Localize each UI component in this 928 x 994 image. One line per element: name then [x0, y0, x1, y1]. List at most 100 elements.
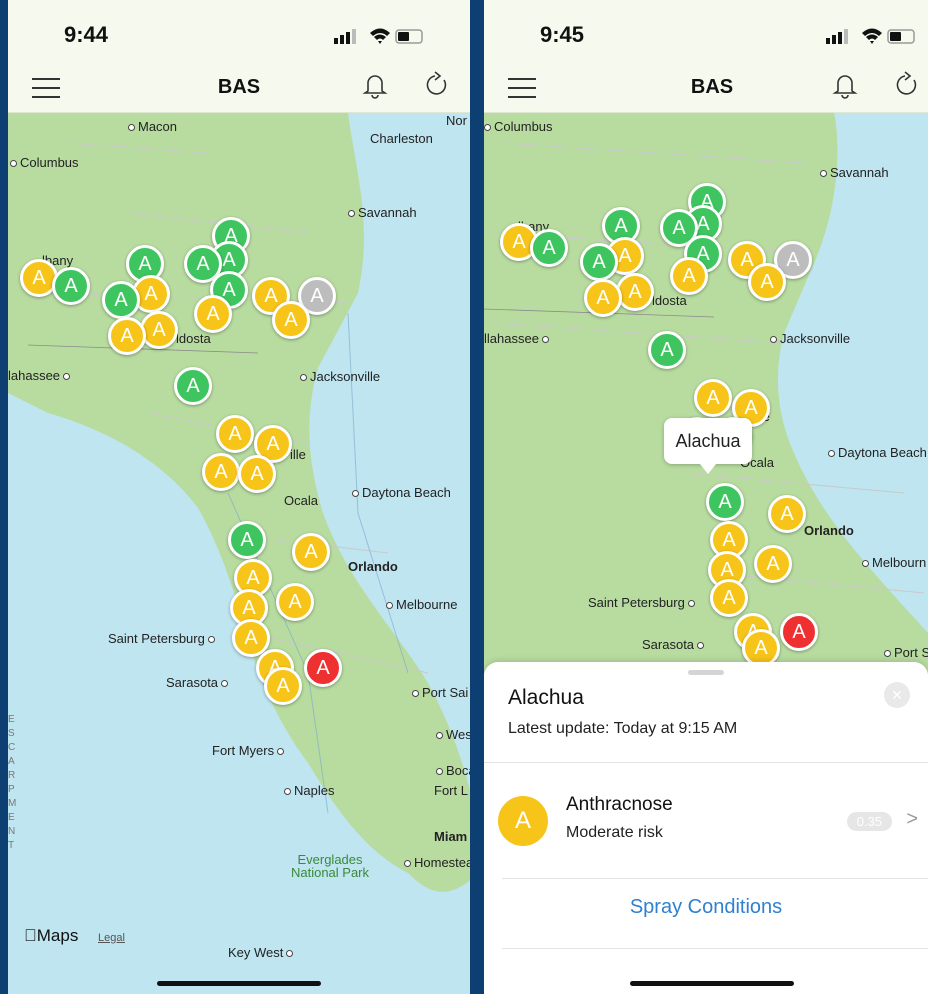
pin-marker[interactable]: A: [780, 613, 818, 651]
status-icons: [826, 28, 915, 44]
city-label: Key West: [228, 945, 296, 960]
refresh-icon[interactable]: [422, 70, 452, 100]
city-label: Saint Petersburg: [588, 595, 698, 610]
pin-marker[interactable]: A: [140, 311, 178, 349]
pin-marker[interactable]: A: [174, 367, 212, 405]
pin-marker[interactable]: A: [292, 533, 330, 571]
map-callout[interactable]: Alachua: [664, 418, 752, 474]
app-title: BAS: [690, 76, 734, 98]
city-label: Fort L: [434, 783, 468, 798]
city-label: Macon: [128, 119, 177, 134]
city-label: ESCARPMENT: [8, 714, 17, 851]
pin-marker[interactable]: A: [670, 257, 708, 295]
city-label: Charleston: [370, 131, 433, 146]
legal-link[interactable]: Legal: [98, 932, 125, 944]
city-label: Port Sai: [412, 685, 468, 700]
pin-marker[interactable]: A: [216, 415, 254, 453]
pin-marker[interactable]: A: [238, 455, 276, 493]
city-label: Boca: [436, 763, 470, 778]
city-label: Wes: [436, 727, 470, 742]
disease-row[interactable]: A Anthracnose Moderate risk 0.35 >: [484, 762, 928, 878]
city-label: Saint Petersburg: [108, 631, 218, 646]
risk-level: Moderate risk: [566, 824, 663, 841]
disease-name: Anthracnose: [566, 794, 673, 815]
pin-marker[interactable]: A: [530, 229, 568, 267]
pin-marker[interactable]: A: [584, 279, 622, 317]
pin-marker[interactable]: A: [710, 579, 748, 617]
sheet-subtitle: Latest update: Today at 9:15 AM: [508, 720, 738, 737]
city-label: Ocala: [284, 493, 318, 508]
city-label: ldosta: [176, 331, 211, 346]
home-indicator: [157, 981, 321, 986]
city-label: Orlando: [348, 559, 398, 574]
refresh-icon[interactable]: [892, 70, 922, 100]
pin-marker[interactable]: A: [706, 483, 744, 521]
city-label: lahassee: [8, 368, 73, 383]
pin-marker[interactable]: A: [754, 545, 792, 583]
city-label: Homestea: [404, 855, 470, 870]
city-label: llahassee: [484, 331, 552, 346]
status-icons: [334, 28, 423, 44]
city-label: Jacksonville: [770, 331, 850, 346]
pin-marker[interactable]: A: [748, 263, 786, 301]
divider: [502, 878, 928, 879]
pin-marker[interactable]: A: [616, 273, 654, 311]
city-label: Nor: [446, 113, 467, 128]
home-indicator: [630, 981, 794, 986]
bell-icon[interactable]: [830, 70, 860, 100]
pin-marker[interactable]: A: [102, 281, 140, 319]
app-title: BAS: [217, 76, 261, 98]
city-label: Columbus: [10, 155, 79, 170]
pin-marker[interactable]: A: [264, 667, 302, 705]
pin-marker[interactable]: A: [228, 521, 266, 559]
left-phone: 9:44 BAS Macon Charleston Nor Columbus S…: [8, 0, 470, 994]
nav-bar: BAS: [484, 56, 928, 113]
city-label: ille: [290, 447, 306, 462]
city-label: Daytona Beach: [352, 485, 451, 500]
nav-bar: BAS: [8, 56, 470, 113]
city-label: Savannah: [348, 205, 417, 220]
pin-marker[interactable]: A: [768, 495, 806, 533]
apple-maps-logo: Maps: [24, 926, 78, 945]
pin-marker[interactable]: A: [648, 331, 686, 369]
city-label: Columbus: [484, 119, 553, 134]
city-label: Jacksonville: [300, 369, 380, 384]
chevron-right-icon: >: [906, 808, 918, 830]
pin-marker[interactable]: A: [108, 317, 146, 355]
status-bar: 9:45: [484, 0, 928, 56]
pin-marker[interactable]: A: [52, 267, 90, 305]
pin-marker[interactable]: A: [202, 453, 240, 491]
right-phone: 9:45 BAS Columbus Savannah lbany ldosta …: [484, 0, 928, 994]
city-label: Sarasota: [642, 637, 707, 652]
sheet-grabber[interactable]: [688, 670, 724, 675]
city-label: Orlando: [804, 523, 854, 538]
city-label: Miam: [434, 829, 468, 844]
status-bar: 9:44: [8, 0, 470, 56]
city-label: Savannah: [820, 165, 889, 180]
risk-score-badge: 0.35: [846, 812, 892, 831]
pin-marker[interactable]: A: [194, 295, 232, 333]
pin-marker[interactable]: A: [276, 583, 314, 621]
divider: [502, 948, 928, 949]
city-label: Fort Myers: [212, 743, 287, 758]
city-label: Everglades National Park: [290, 852, 370, 880]
close-icon[interactable]: ×: [884, 682, 910, 708]
city-label: Sarasota: [166, 675, 231, 690]
spray-conditions-button[interactable]: Spray Conditions: [484, 896, 928, 919]
pin-marker[interactable]: A: [272, 301, 310, 339]
disease-avatar: A: [498, 796, 548, 846]
sheet-title: Alachua: [508, 686, 584, 709]
map-view[interactable]: Macon Charleston Nor Columbus Savannah l…: [8, 113, 470, 994]
status-time: 9:45: [540, 22, 585, 47]
city-label: Melbourn: [862, 555, 926, 570]
bell-icon[interactable]: [360, 70, 390, 100]
city-label: Melbourne: [386, 597, 457, 612]
status-time: 9:44: [64, 22, 109, 47]
pin-marker[interactable]: A: [304, 649, 342, 687]
pin-marker[interactable]: A: [580, 243, 618, 281]
city-label: Naples: [284, 783, 334, 798]
city-label: ldosta: [652, 293, 687, 308]
bottom-sheet: Alachua Latest update: Today at 9:15 AM …: [484, 662, 928, 994]
city-label: Daytona Beach: [828, 445, 927, 460]
pin-marker[interactable]: A: [694, 379, 732, 417]
